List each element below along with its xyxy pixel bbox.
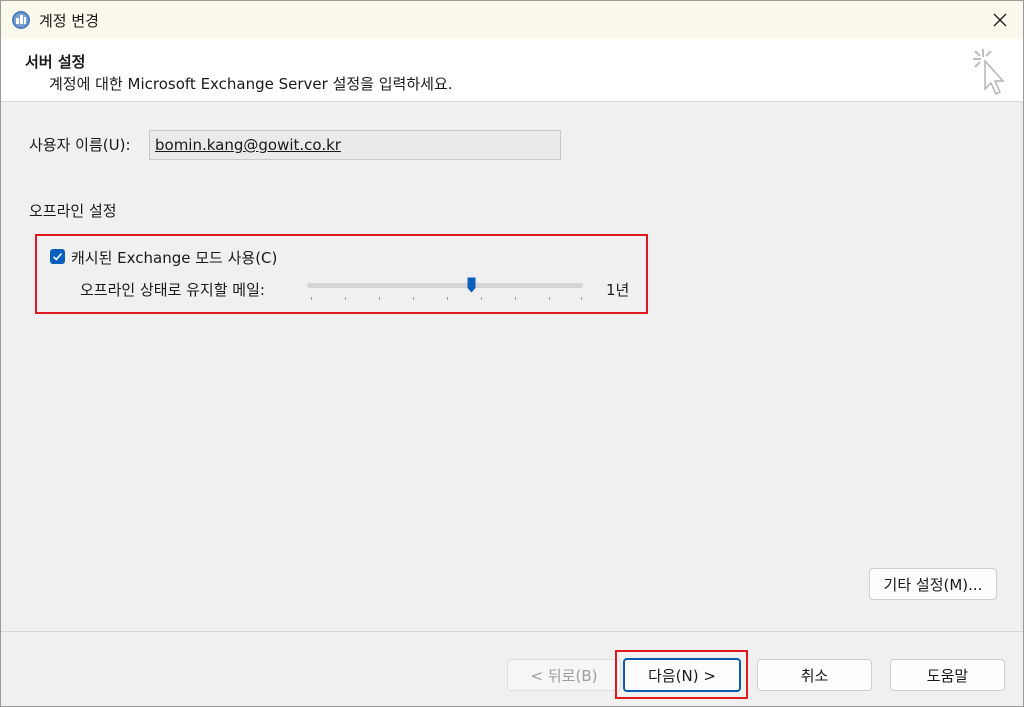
offline-settings-highlight: [35, 234, 648, 314]
slider-tick: [345, 297, 346, 300]
change-account-dialog: 계정 변경 서버 설정 계정에 대한 Microsoft Exchange Se…: [0, 0, 1024, 707]
username-value: bomin.kang@gowit.co.kr: [155, 136, 341, 154]
more-settings-button[interactable]: 기타 설정(M)...: [869, 568, 997, 600]
help-button[interactable]: 도움말: [890, 659, 1005, 691]
cached-mode-checkbox[interactable]: [50, 249, 65, 264]
outlook-account-icon: [12, 11, 30, 29]
close-button[interactable]: [985, 5, 1015, 35]
cancel-button[interactable]: 취소: [757, 659, 872, 691]
slider-tick: [481, 297, 482, 300]
title-bar: 계정 변경: [1, 1, 1023, 39]
slider-tick: [581, 297, 582, 300]
slider-tick: [379, 297, 380, 300]
footer-divider: [1, 631, 1023, 632]
cached-mode-label[interactable]: 캐시된 Exchange 모드 사용(C): [71, 247, 277, 268]
header-title: 서버 설정: [25, 53, 86, 71]
mail-to-keep-value: 1년: [606, 281, 630, 299]
header-subtitle: 계정에 대한 Microsoft Exchange Server 설정을 입력하…: [49, 75, 453, 93]
next-button[interactable]: 다음(N) >: [623, 658, 741, 692]
mail-to-keep-label: 오프라인 상태로 유지할 메일:: [80, 281, 265, 299]
offline-settings-heading: 오프라인 설정: [29, 202, 117, 220]
mail-to-keep-slider-track[interactable]: [307, 283, 583, 288]
mail-to-keep-slider-thumb[interactable]: [467, 277, 476, 293]
slider-tick: [447, 297, 448, 300]
window-title: 계정 변경: [39, 12, 99, 30]
dialog-header: 서버 설정 계정에 대한 Microsoft Exchange Server 설…: [1, 39, 1023, 102]
cursor-sparkle-icon: [973, 49, 1005, 96]
back-button[interactable]: < 뒤로(B): [507, 659, 621, 691]
username-label: 사용자 이름(U):: [29, 136, 131, 154]
slider-tick: [549, 297, 550, 300]
close-icon: [993, 13, 1007, 27]
checkmark-icon: [52, 252, 63, 261]
slider-tick: [515, 297, 516, 300]
slider-tick: [413, 297, 414, 300]
scrollbar-edge: [1021, 101, 1023, 631]
slider-tick: [311, 297, 312, 300]
username-field[interactable]: bomin.kang@gowit.co.kr: [149, 130, 561, 160]
